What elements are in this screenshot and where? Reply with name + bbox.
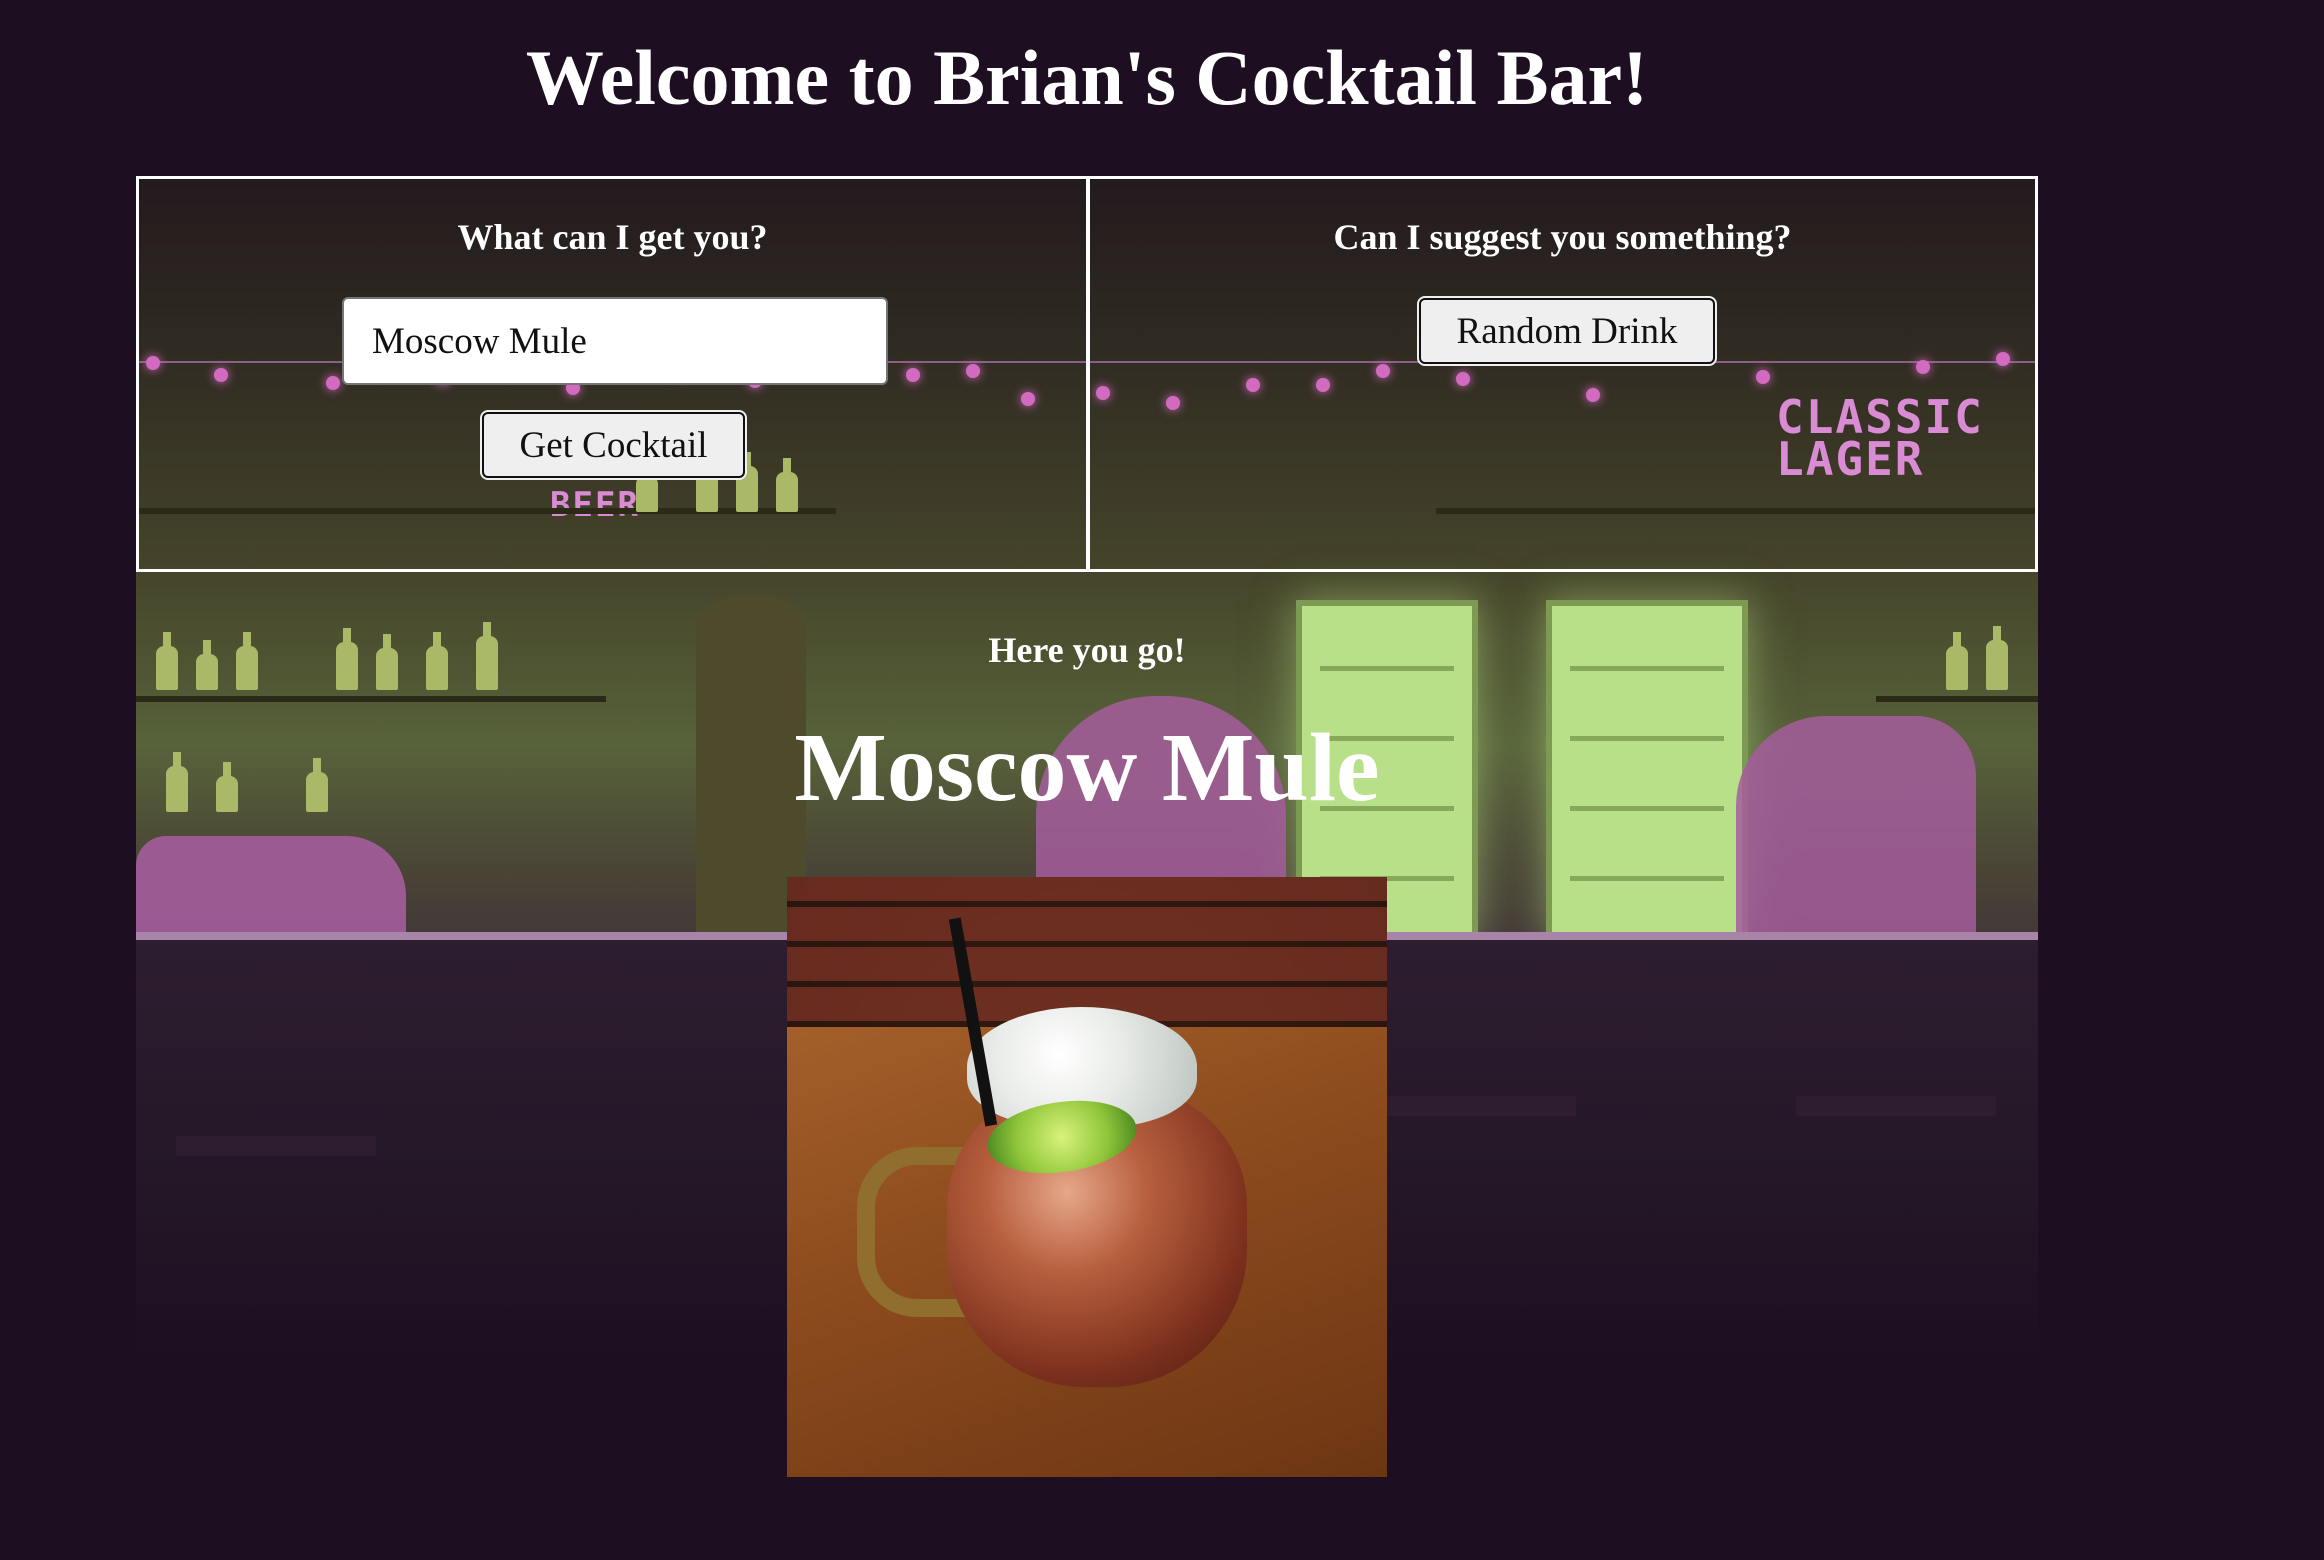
bar-stool [176,1136,376,1156]
drink-image [787,877,1387,1477]
drink-name: Moscow Mule [794,714,1380,822]
bar-stool [1376,1096,1576,1116]
suggestion-panel: Can I suggest you something? Random Drin… [1087,176,2038,572]
shelf [1876,696,2038,702]
cocktail-search-input[interactable] [342,297,888,385]
bar-stool [1796,1096,1996,1116]
result-label: Here you go! [988,630,1186,670]
shelf [136,696,606,702]
page-title: Welcome to Brian's Cocktail Bar! [525,34,1649,121]
get-cocktail-button[interactable]: Get Cocktail [482,412,745,478]
suggestion-heading: Can I suggest you something? [1333,217,1792,257]
order-heading: What can I get you? [457,217,768,257]
random-drink-button[interactable]: Random Drink [1419,298,1715,364]
order-panel: What can I get you? Get Cocktail [136,176,1089,572]
